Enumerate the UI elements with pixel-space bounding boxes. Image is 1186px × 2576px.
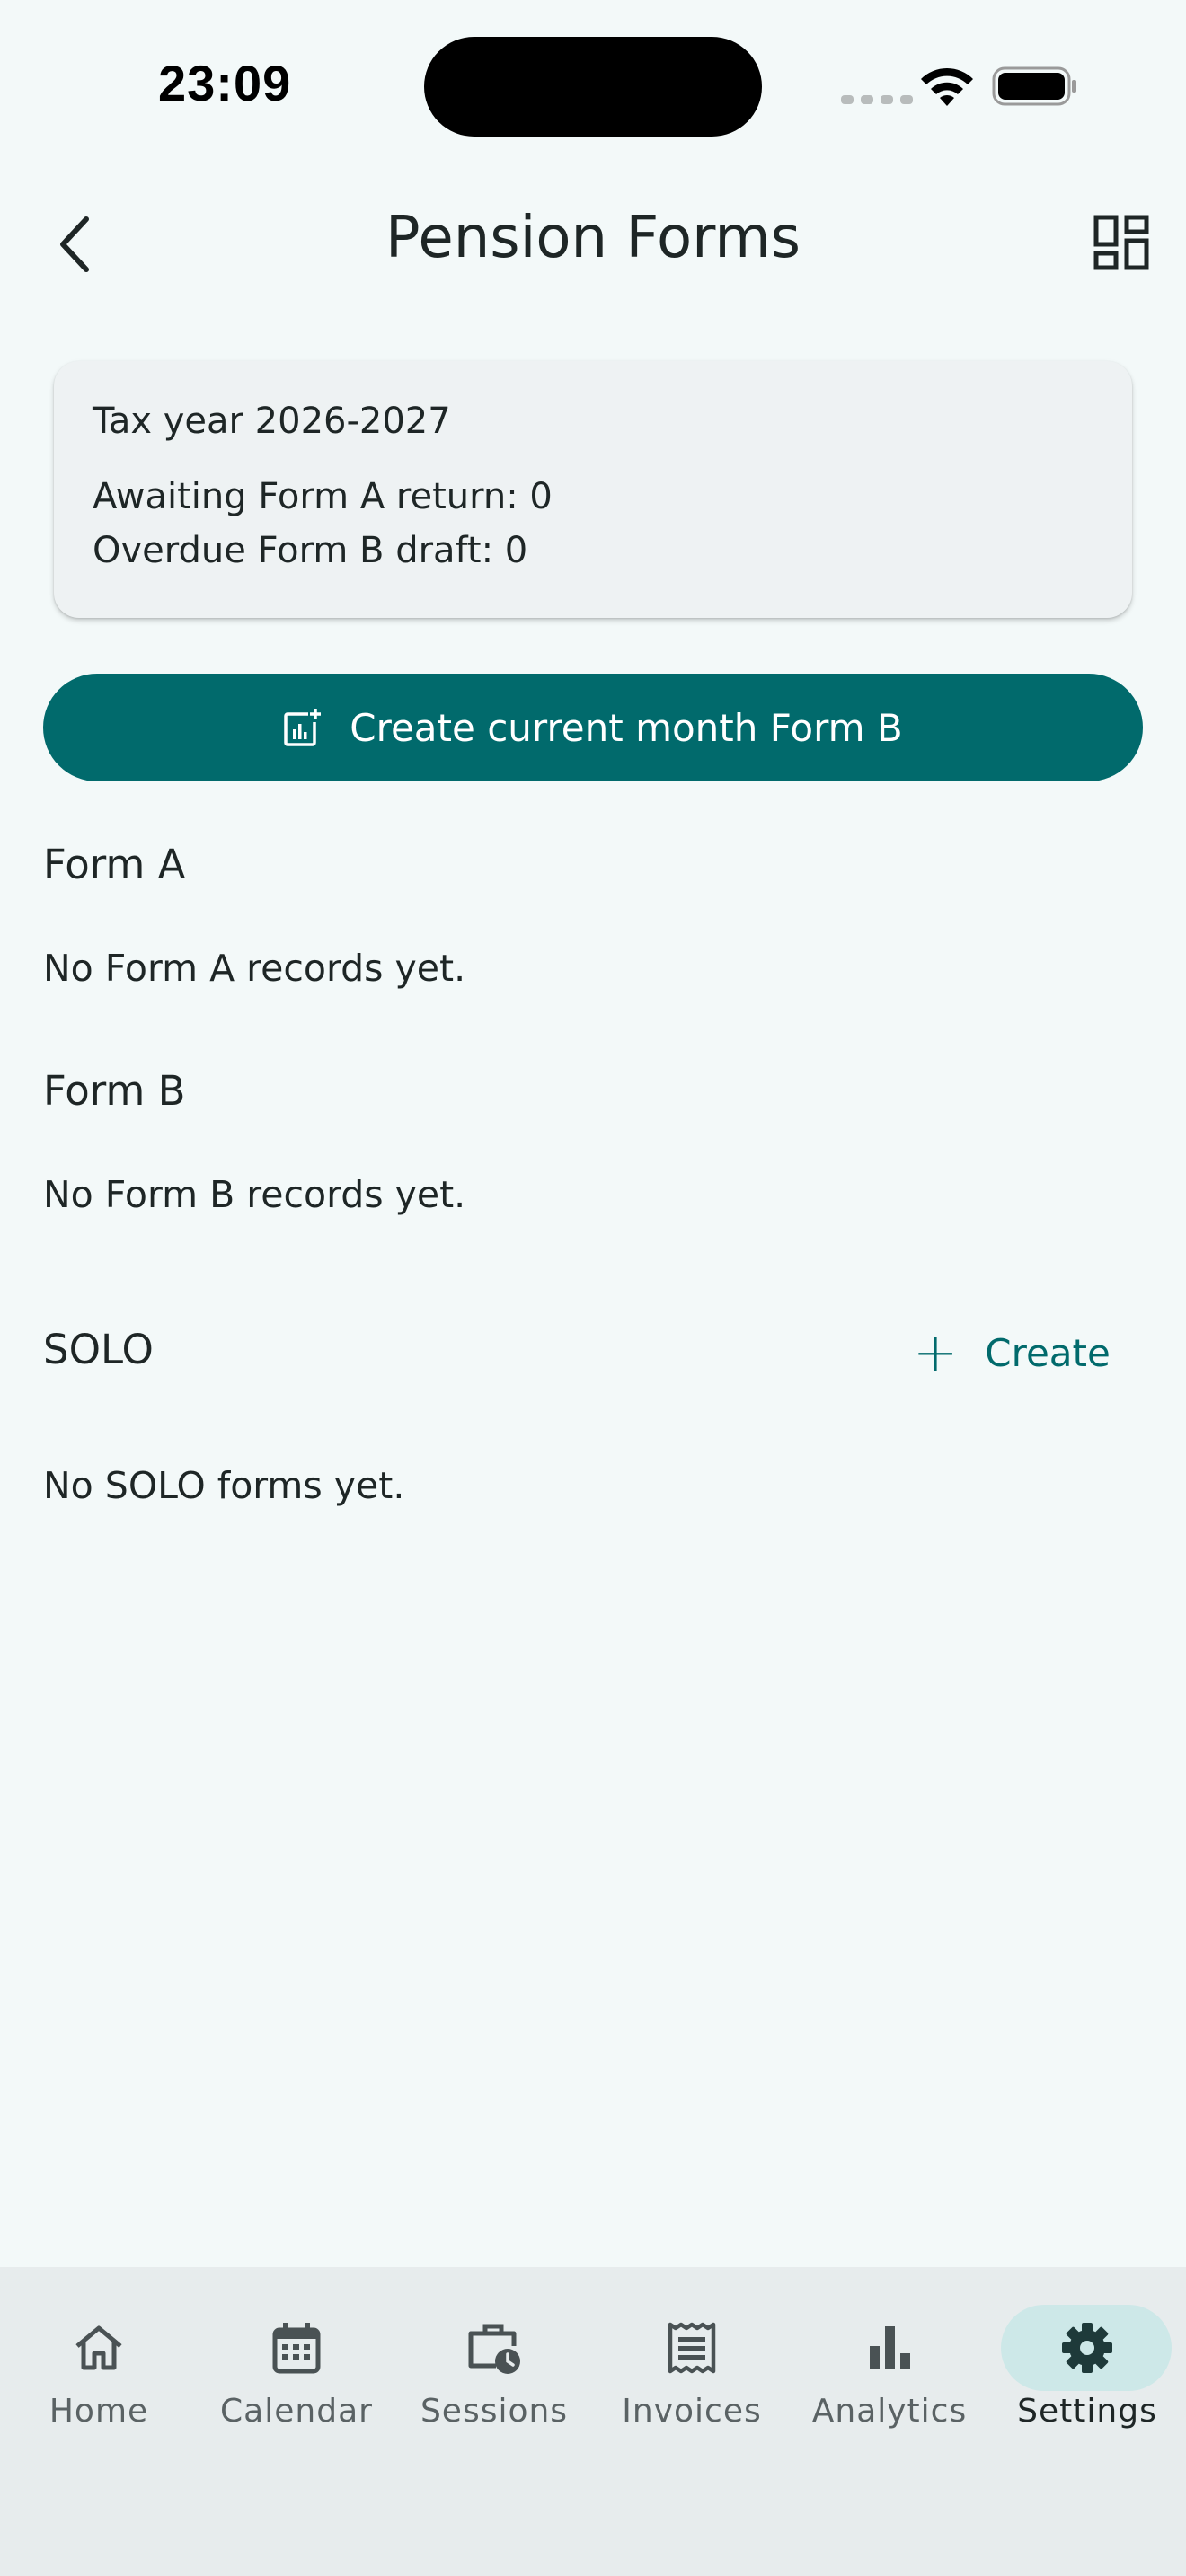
briefcase-clock-icon	[468, 2324, 520, 2374]
nav-settings[interactable]: Settings	[988, 2305, 1186, 2439]
nav-home-label: Home	[49, 2393, 149, 2430]
add-chart-icon	[284, 708, 323, 746]
nav-calendar[interactable]: Calendar	[198, 2305, 395, 2439]
dashboard-grid-icon[interactable]	[1093, 214, 1150, 271]
gear-icon	[1062, 2323, 1112, 2373]
nav-invoices[interactable]: Invoices	[593, 2305, 791, 2439]
receipt-icon	[668, 2322, 716, 2374]
awaiting-form-a-count: Awaiting Form A return: 0	[93, 476, 553, 517]
cellular-signal-icon	[841, 95, 913, 104]
wifi-icon	[921, 67, 973, 106]
overdue-form-b-count: Overdue Form B draft: 0	[93, 530, 528, 571]
form-a-empty-message: No Form A records yet.	[43, 947, 466, 990]
solo-create-label: Create	[985, 1330, 1111, 1375]
tax-year-label: Tax year 2026-2027	[93, 401, 451, 442]
solo-heading: SOLO	[43, 1326, 154, 1373]
dynamic-island	[424, 37, 762, 137]
solo-empty-message: No SOLO forms yet.	[43, 1464, 405, 1507]
form-a-heading: Form A	[43, 841, 186, 888]
nav-calendar-label: Calendar	[220, 2393, 373, 2430]
create-form-b-label: Create current month Form B	[350, 705, 903, 750]
page-title: Pension Forms	[385, 205, 801, 271]
battery-icon	[992, 66, 1076, 106]
nav-sessions[interactable]: Sessions	[395, 2305, 593, 2439]
bar-chart-icon	[870, 2326, 910, 2369]
nav-sessions-label: Sessions	[420, 2393, 569, 2430]
create-form-b-button[interactable]: Create current month Form B	[43, 674, 1143, 781]
home-icon	[75, 2325, 122, 2370]
form-b-empty-message: No Form B records yet.	[43, 1173, 466, 1216]
form-b-heading: Form B	[43, 1067, 186, 1115]
calendar-icon	[272, 2323, 321, 2374]
tax-year-summary-card: Tax year 2026-2027 Awaiting Form A retur…	[54, 361, 1132, 618]
nav-home[interactable]: Home	[0, 2305, 198, 2439]
solo-create-button[interactable]: + Create	[913, 1326, 1111, 1380]
plus-icon: +	[913, 1321, 959, 1384]
nav-invoices-label: Invoices	[622, 2393, 762, 2430]
nav-settings-label: Settings	[1017, 2393, 1157, 2430]
nav-analytics-label: Analytics	[811, 2393, 968, 2430]
status-time: 23:09	[158, 55, 292, 111]
nav-analytics[interactable]: Analytics	[791, 2305, 988, 2439]
